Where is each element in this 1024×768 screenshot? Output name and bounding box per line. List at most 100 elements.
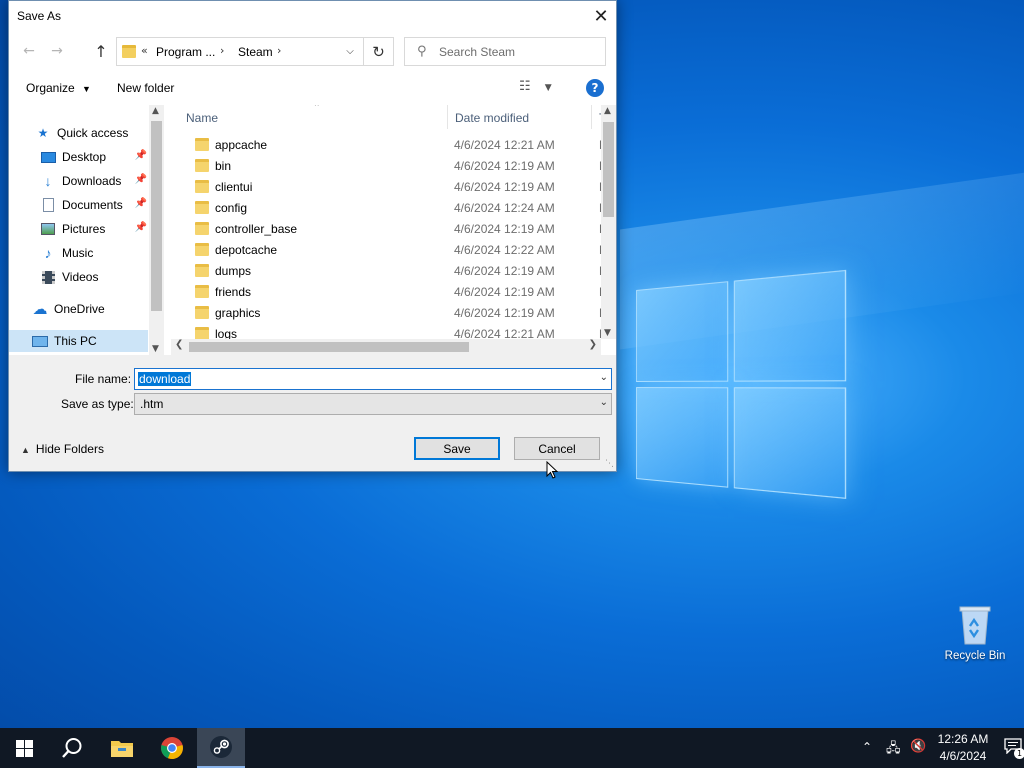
nav-item-this-pc[interactable]: This PC [9,330,148,352]
file-row[interactable]: config4/6/2024 12:24 AMFi [171,198,609,219]
file-name-value[interactable]: download [138,372,192,386]
column-header-date-modified[interactable]: Date modified [455,111,529,125]
details-view-icon: ☷ [519,79,531,94]
folder-icon [195,201,209,214]
column-divider[interactable] [447,105,448,129]
file-row[interactable]: controller_base4/6/2024 12:19 AMFi [171,219,609,240]
hide-folders-button[interactable]: ▲ Hide Folders [21,442,104,456]
nav-item-label: OneDrive [54,302,105,316]
scrollbar-thumb[interactable] [189,342,469,352]
file-name: graphics [215,306,261,320]
file-explorer-icon [111,741,133,757]
column-header-name[interactable]: Name [186,111,218,125]
close-button[interactable]: ✕ [586,1,616,32]
overflow-crumb[interactable]: « [141,44,148,57]
scrollbar-thumb[interactable] [151,121,162,311]
forward-button[interactable]: → [46,39,68,63]
address-bar[interactable]: « Program ... › Steam › ⌵ [116,37,364,66]
up-button[interactable]: ↑ [90,39,112,63]
organize-button[interactable]: Organize ▼ [20,79,97,97]
nav-item-label: Downloads [62,174,122,188]
resize-grip-icon[interactable]: ⋱ [605,459,614,469]
nav-item-label: Pictures [62,222,106,236]
logo-pane [733,387,847,499]
file-list-horizontal-scrollbar[interactable]: ❮ ❯ [171,339,601,355]
taskbar-steam[interactable] [197,728,245,768]
folder-icon [195,138,209,151]
scrollbar-thumb[interactable] [603,122,614,217]
clock-date[interactable]: 4/6/2024 [936,749,990,763]
file-list: ⌃ Name Date modified Ty appcache 4/6/2024… [171,105,616,355]
change-view-button[interactable]: ☷ ▼ [519,79,559,94]
folder-icon [195,180,209,193]
show-hidden-icons-icon[interactable]: ⌃ [862,740,872,754]
search-icon [62,738,82,758]
nav-item-downloads[interactable]: ↓ Downloads 📌 [9,170,149,192]
scroll-right-icon[interactable]: ❯ [589,339,597,350]
back-button[interactable]: ← [18,39,40,63]
arrow-left-icon: ← [23,43,35,59]
nav-item-music[interactable]: ♪ Music [9,242,149,264]
nav-item-quick-access[interactable]: ★ Quick access [9,122,149,144]
new-folder-button[interactable]: New folder [111,79,180,97]
pin-icon[interactable]: 📌 [135,150,147,161]
breadcrumb-chevron-icon[interactable]: › [220,44,224,57]
file-list-vertical-scrollbar[interactable]: ▲ ▼ [601,105,616,339]
file-date-modified: 4/6/2024 12:19 AM [454,264,555,278]
search-box[interactable]: ⚲ [404,37,606,66]
search-input[interactable] [439,43,599,61]
file-name-field[interactable]: download ⌄ [134,368,612,390]
file-row[interactable]: clientui4/6/2024 12:19 AMFi [171,177,609,198]
breadcrumb-chevron-icon[interactable]: › [277,44,281,57]
network-icon[interactable]: 🖧 [886,739,901,761]
nav-item-pictures[interactable]: Pictures 📌 [9,218,149,240]
save-button[interactable]: Save [414,437,500,460]
nav-item-videos[interactable]: Videos [9,266,149,288]
taskbar-file-explorer[interactable] [98,728,146,768]
column-divider[interactable] [591,105,592,129]
scroll-down-icon[interactable]: ▼ [152,344,159,354]
pin-icon[interactable]: 📌 [135,174,147,185]
file-row[interactable]: appcache4/6/2024 12:21 AMFi [171,135,609,156]
file-date-modified: 4/6/2024 12:19 AM [454,159,555,173]
file-row[interactable]: graphics4/6/2024 12:19 AMFi [171,303,609,324]
music-icon: ♪ [44,245,52,261]
scroll-up-icon[interactable]: ▲ [152,106,159,116]
cancel-button[interactable]: Cancel [514,437,600,460]
clock-time[interactable]: 12:26 AM [936,732,990,746]
scroll-left-icon[interactable]: ❮ [175,339,183,350]
folder-icon [195,159,209,172]
nav-item-documents[interactable]: Documents 📌 [9,194,149,216]
file-row[interactable]: friends4/6/2024 12:19 AMFi [171,282,609,303]
taskbar-search-button[interactable] [48,728,96,768]
cloud-icon: ☁ [32,301,48,318]
nav-pane-scrollbar[interactable]: ▲ ▼ [149,105,164,355]
address-dropdown-button[interactable]: ⌵ [337,38,363,65]
nav-item-desktop[interactable]: Desktop 📌 [9,146,149,168]
breadcrumb-program-files[interactable]: Program ... [156,45,215,59]
file-row[interactable]: dumps4/6/2024 12:19 AMFi [171,261,609,282]
file-row[interactable]: depotcache4/6/2024 12:22 AMFi [171,240,609,261]
refresh-button[interactable]: ↻ [364,37,394,66]
navigation-row: ← → ↑ « Program ... › Steam › ⌵ ↻ ⚲ [9,35,616,67]
chevron-down-icon[interactable]: ⌄ [600,372,608,383]
save-as-type-select[interactable]: .htm ⌄ [134,393,612,415]
help-button[interactable]: ? [586,79,604,97]
title-bar[interactable]: Save As ✕ [9,1,616,32]
search-icon: ⚲ [417,44,427,59]
file-row[interactable]: bin4/6/2024 12:19 AMFi [171,156,609,177]
volume-muted-icon[interactable]: 🔇 [910,739,926,754]
start-button[interactable] [0,728,48,768]
organize-label: Organize [26,81,75,95]
pin-icon[interactable]: 📌 [135,222,147,233]
taskbar-chrome[interactable] [148,728,196,768]
scroll-up-icon[interactable]: ▲ [604,106,611,116]
save-as-dialog: Save As ✕ ← → ↑ « Program ... › Steam › … [8,0,617,472]
pin-icon[interactable]: 📌 [135,198,147,209]
scroll-down-icon[interactable]: ▼ [604,328,611,338]
nav-item-label: This PC [54,334,97,348]
breadcrumb-steam[interactable]: Steam [238,45,273,59]
nav-item-onedrive[interactable]: ☁ OneDrive [9,298,149,320]
recycle-bin-shortcut[interactable]: Recycle Bin [938,600,1012,670]
file-date-modified: 4/6/2024 12:24 AM [454,201,555,215]
